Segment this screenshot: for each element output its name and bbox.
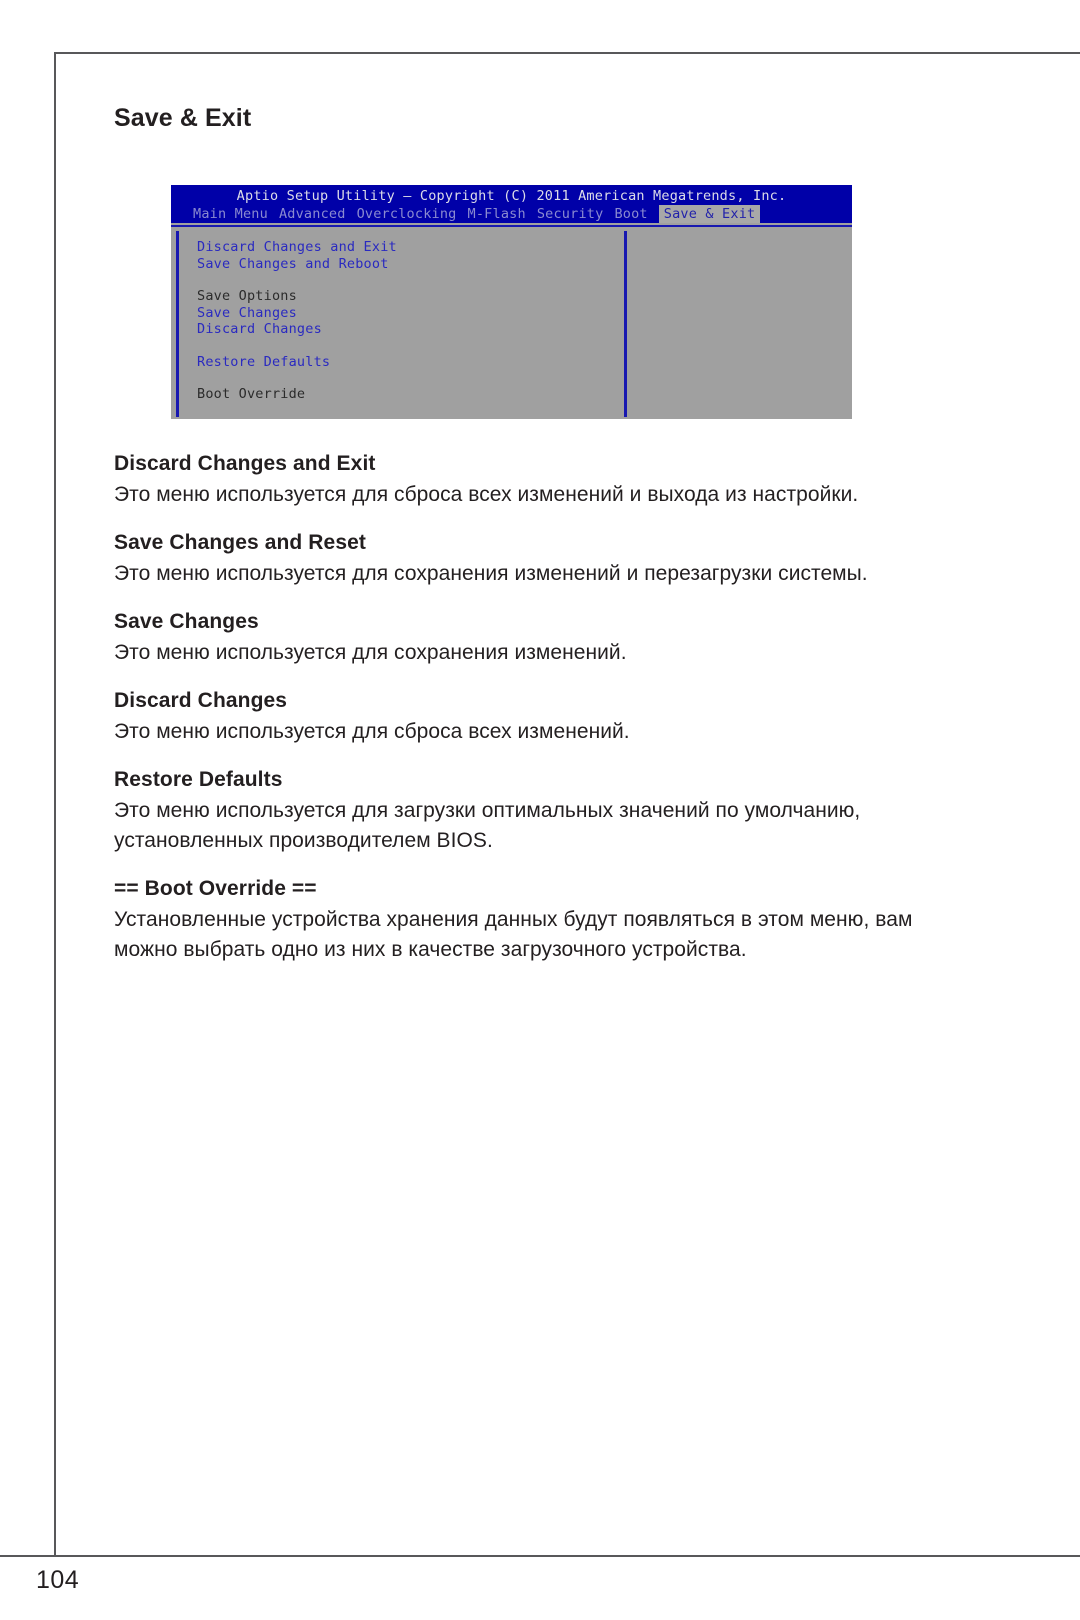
description-text: Это меню используется для сброса всех из… [114, 483, 859, 506]
bios-item-restore-defaults[interactable]: Restore Defaults [197, 354, 624, 371]
page-content: Save & Exit [114, 104, 954, 133]
description-text: Это меню используется для загрузки оптим… [114, 799, 861, 852]
bios-item-discard-changes-and-exit[interactable]: Discard Changes and Exit [197, 239, 624, 256]
bios-menu-item-main-menu[interactable]: Main Menu [193, 205, 268, 223]
bios-list-spacer [197, 338, 624, 354]
description-heading: Discard Changes [114, 689, 288, 712]
bios-title: Aptio Setup Utility – Copyright (C) 2011… [236, 188, 787, 204]
description-block: == Boot Override == Установленные устройс… [114, 877, 964, 965]
description-block: Restore Defaults Это меню используется дл… [114, 768, 964, 856]
bios-menu-item-overclocking[interactable]: Overclocking [357, 205, 457, 223]
bios-item-save-options: Save Options [197, 288, 297, 304]
bios-menu-item-security[interactable]: Security [537, 205, 604, 223]
bios-menu-item-m-flash[interactable]: M-Flash [468, 205, 526, 223]
description-text: Установленные устройства хранения данных… [114, 908, 913, 961]
description-block: Discard Changes and Exit Это меню использ… [114, 452, 964, 510]
page-title: Save & Exit [114, 104, 252, 132]
bios-item-save-changes-and-reboot[interactable]: Save Changes and Reboot [197, 256, 624, 273]
description-heading: Restore Defaults [114, 768, 283, 791]
bios-menu-item-save-exit[interactable]: Save & Exit [658, 205, 761, 223]
bios-screenshot: Aptio Setup Utility – Copyright (C) 2011… [171, 185, 852, 419]
bios-item-boot-override: Boot Override [197, 386, 306, 402]
bios-option-list: Discard Changes and Exit Save Changes and… [176, 231, 624, 417]
description-heading: Discard Changes and Exit [114, 452, 376, 475]
description-block: Save Changes Это меню используется для со… [114, 610, 964, 668]
description-text: Это меню используется для сохранения изм… [114, 562, 868, 585]
bios-item-save-changes[interactable]: Save Changes [197, 305, 624, 322]
description-list: Discard Changes and Exit Это меню использ… [114, 452, 964, 965]
bios-item-discard-changes[interactable]: Discard Changes [197, 321, 624, 338]
description-heading: Save Changes and Reset [114, 531, 366, 554]
bios-titlebar: Aptio Setup Utility – Copyright (C) 2011… [171, 185, 852, 223]
bios-list-spacer [197, 272, 624, 288]
bios-list-spacer [197, 370, 624, 386]
page-number: 104 [36, 1566, 80, 1594]
description-block: Save Changes and Reset Это меню используе… [114, 531, 964, 589]
page-footer-rule [0, 1555, 1080, 1557]
bios-menu-item-boot[interactable]: Boot [614, 205, 647, 223]
description-block: Discard Changes Это меню используется для… [114, 689, 964, 747]
description-heading: == Boot Override == [114, 877, 317, 900]
bios-menubar: Main Menu Advanced Overclocking M-Flash Secu… [193, 205, 761, 223]
description-text: Это меню используется для сохранения изм… [114, 641, 627, 664]
description-heading: Save Changes [114, 610, 259, 633]
description-text: Это меню используется для сброса всех из… [114, 720, 630, 743]
bios-help-pane [627, 231, 850, 417]
bios-menu-item-advanced[interactable]: Advanced [279, 205, 346, 223]
bios-body: Discard Changes and Exit Save Changes and… [171, 225, 852, 419]
